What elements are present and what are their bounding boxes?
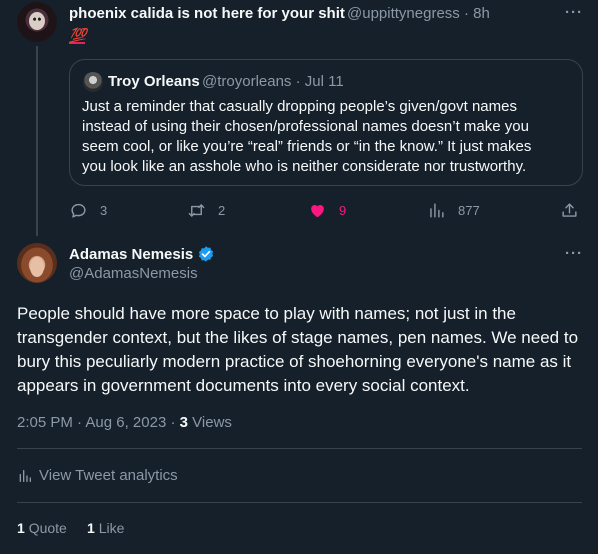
views-button[interactable]: 877 — [427, 201, 480, 220]
quote-label: Quote — [28, 520, 67, 536]
more-options-icon[interactable]: ··· — [565, 4, 583, 21]
author-handle[interactable]: @AdamasNemesis — [69, 265, 198, 282]
views-label: Views — [192, 414, 232, 431]
separator-dot: · — [170, 414, 180, 431]
divider — [17, 448, 582, 449]
tweet-text: People should have more space to play wi… — [17, 304, 579, 395]
verified-badge-icon[interactable] — [197, 245, 215, 263]
analytics-label: View Tweet analytics — [39, 467, 178, 484]
likes-stat-link[interactable]: 1 Like — [87, 520, 124, 536]
share-button[interactable] — [560, 201, 579, 220]
hundred-points-emoji: 💯 — [69, 27, 86, 44]
quoted-author-name: Troy Orleans — [108, 73, 200, 90]
thread-connector-line — [36, 46, 38, 236]
quotes-stat-link[interactable]: 1 Quote — [17, 520, 67, 536]
reply-button[interactable]: 3 — [69, 201, 107, 220]
quoted-author-avatar — [83, 72, 103, 92]
views-count: 3 — [179, 414, 188, 431]
more-options-icon[interactable]: ··· — [565, 245, 583, 262]
quote-count: 1 — [17, 520, 25, 536]
quoted-author-handle: @troyorleans — [202, 73, 292, 90]
author-name[interactable]: Adamas Nemesis — [69, 246, 193, 263]
bar-chart-icon — [430, 203, 444, 218]
like-label: Like — [98, 520, 125, 536]
tweet-date[interactable]: Aug 6, 2023 — [85, 414, 166, 431]
retweet-count: 2 — [218, 203, 226, 218]
share-icon — [562, 203, 577, 217]
heart-filled-icon — [311, 204, 324, 218]
retweet-button[interactable]: 2 — [187, 201, 225, 220]
reply-count: 3 — [100, 203, 108, 218]
views-count: 877 — [458, 203, 480, 218]
tweet-time[interactable]: 2:05 PM — [17, 414, 73, 431]
bar-chart-icon — [19, 469, 31, 482]
like-count: 1 — [87, 520, 95, 536]
tweet-metadata: 2:05 PM · Aug 6, 2023 · 3 Views — [17, 414, 232, 431]
like-button[interactable]: 9 — [308, 201, 346, 220]
tweet-text: 💯 — [69, 27, 86, 44]
quoted-handle-and-date: @troyorleans · Jul 11 — [202, 73, 344, 90]
separator-dot: · — [463, 5, 474, 22]
separator-dot: · — [295, 73, 305, 90]
quoted-tweet-text: Just a reminder that casually dropping p… — [82, 98, 532, 175]
author-handle[interactable]: @uppittynegress — [347, 5, 460, 22]
author-name-row[interactable]: Adamas Nemesis — [69, 245, 215, 263]
author-name[interactable]: phoenix calida is not here for your shit — [69, 5, 345, 22]
author-avatar[interactable] — [17, 243, 57, 283]
like-count: 9 — [339, 203, 347, 218]
author-avatar[interactable] — [17, 2, 57, 42]
quoted-tweet-card[interactable]: Troy Orleans @troyorleans · Jul 11 Just … — [69, 59, 583, 186]
divider — [17, 502, 582, 503]
view-tweet-analytics-link[interactable]: View Tweet analytics — [17, 467, 178, 484]
tweet-time[interactable]: 8h — [473, 5, 490, 22]
retweet-icon — [188, 204, 205, 217]
reply-icon — [71, 203, 86, 218]
author-handle-and-time[interactable]: @uppittynegress · 8h — [347, 5, 490, 22]
quoted-date: Jul 11 — [304, 73, 344, 90]
